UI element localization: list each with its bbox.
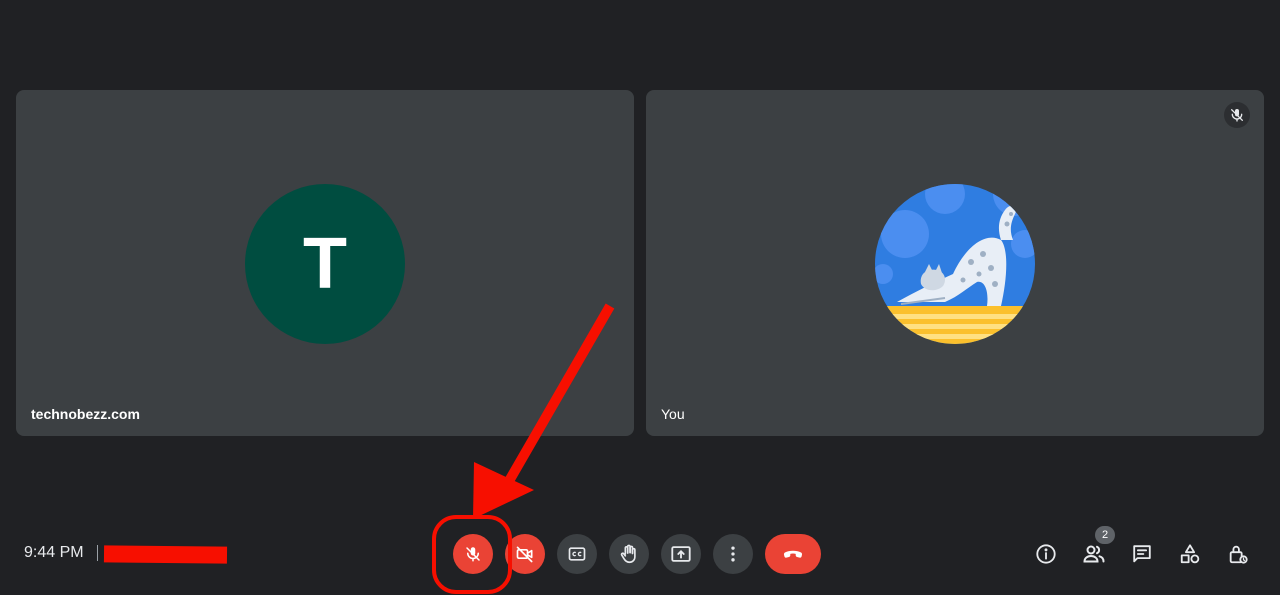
present-screen-icon bbox=[670, 543, 692, 565]
meeting-details-button[interactable] bbox=[1030, 538, 1062, 570]
more-options-button[interactable] bbox=[713, 534, 753, 574]
info-icon bbox=[1035, 543, 1057, 565]
participant-name: You bbox=[661, 406, 685, 422]
chat-icon bbox=[1131, 543, 1153, 565]
raise-hand-button[interactable] bbox=[609, 534, 649, 574]
camera-toggle-button[interactable] bbox=[505, 534, 545, 574]
hang-up-icon bbox=[780, 541, 806, 567]
participant-tile-you[interactable]: You bbox=[646, 90, 1264, 436]
participant-tile-technobezz[interactable]: T technobezz.com bbox=[16, 90, 634, 436]
meeting-clock: 9:44 PM bbox=[24, 544, 84, 561]
redaction-bar bbox=[103, 545, 228, 564]
camera-off-icon bbox=[515, 544, 535, 564]
host-controls-button[interactable] bbox=[1222, 538, 1254, 570]
host-controls-icon bbox=[1227, 543, 1249, 565]
footer-separator bbox=[97, 545, 98, 561]
participant-name: technobezz.com bbox=[31, 406, 140, 422]
people-icon bbox=[1082, 542, 1106, 566]
mic-toggle-button[interactable] bbox=[453, 534, 493, 574]
participant-avatar-letter: T bbox=[245, 184, 405, 344]
participant-count-badge: 2 bbox=[1095, 526, 1115, 544]
raise-hand-icon bbox=[618, 543, 640, 565]
closed-captions-icon bbox=[567, 544, 587, 564]
activities-button[interactable] bbox=[1174, 538, 1206, 570]
cat-stretching-avatar-icon bbox=[875, 184, 1035, 344]
chat-button[interactable] bbox=[1126, 538, 1158, 570]
captions-button[interactable] bbox=[557, 534, 597, 574]
leave-call-button[interactable] bbox=[765, 534, 821, 574]
annotation-arrow-head bbox=[473, 462, 534, 519]
present-screen-button[interactable] bbox=[661, 534, 701, 574]
activities-icon bbox=[1179, 543, 1201, 565]
meeting-stage: T technobezz.com You 9:44 PM 2 bbox=[0, 0, 1280, 595]
mic-off-icon bbox=[464, 545, 482, 563]
more-options-icon bbox=[723, 544, 743, 564]
mic-off-icon bbox=[1224, 102, 1250, 128]
